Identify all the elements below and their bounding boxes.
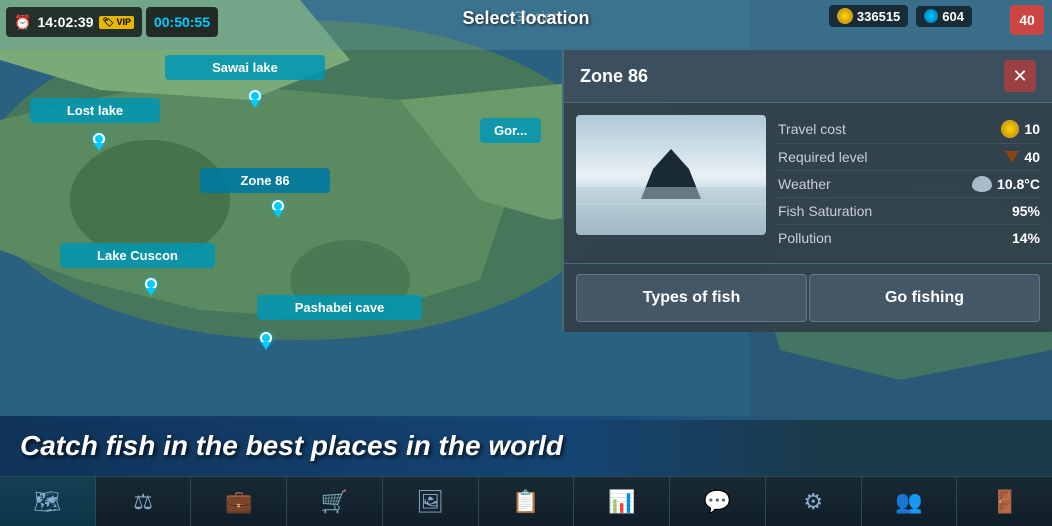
nav-settings[interactable]: ⚙ — [766, 477, 862, 526]
nav-shop[interactable]: 🛒 — [287, 477, 383, 526]
pin-lost-lake — [93, 133, 105, 145]
zone-title: Zone 86 — [580, 66, 648, 87]
nav-friends[interactable]: 👥 — [862, 477, 958, 526]
timer-text: 00:50:55 — [154, 14, 210, 30]
fish-saturation-label: Fish Saturation — [778, 203, 872, 219]
required-level-icon — [1005, 151, 1019, 163]
nav-map[interactable]: 🗺 — [0, 477, 96, 526]
gem-value: 604 — [942, 9, 964, 24]
pollution-value: 14% — [1012, 230, 1040, 246]
fish-saturation-row: Fish Saturation 95% — [778, 198, 1040, 225]
zone-image — [576, 115, 766, 235]
travel-cost-label: Travel cost — [778, 121, 846, 137]
location-lost-lake[interactable]: Lost lake — [30, 98, 160, 123]
zone-image-fog — [576, 187, 766, 235]
select-location-title: Select location — [462, 8, 589, 29]
required-level-row: Required level 40 — [778, 144, 1040, 171]
weather-value: 10.8°C — [972, 176, 1040, 192]
gorge-label[interactable]: Gor... — [480, 118, 541, 143]
nav-balance[interactable]: ⚖ — [96, 477, 192, 526]
pollution-label: Pollution — [778, 230, 832, 246]
nav-stats[interactable]: 📊 — [574, 477, 670, 526]
time-display: ⏰ 14:02:39 🏷 VIP — [6, 7, 142, 37]
travel-cost-row: Travel cost 10 — [778, 115, 1040, 144]
quests-nav-icon: 📋 — [512, 489, 539, 515]
travel-cost-value: 10 — [1001, 120, 1040, 138]
banner-text: Catch fish in the best places in the wor… — [20, 430, 563, 462]
location-lake-cuscon[interactable]: Lake Cuscon — [60, 243, 215, 268]
close-button[interactable]: ✕ — [1004, 60, 1036, 92]
balance-nav-icon: ⚖ — [133, 489, 153, 515]
nav-inventory[interactable]: 💼 — [191, 477, 287, 526]
zone-header: Zone 86 ✕ — [564, 50, 1052, 103]
weather-label: Weather — [778, 176, 831, 192]
promo-banner: Catch fish in the best places in the wor… — [0, 416, 820, 476]
currency-display: 336515 604 — [829, 5, 972, 27]
pin-zone86 — [272, 200, 284, 212]
pollution-row: Pollution 14% — [778, 225, 1040, 251]
required-level-value: 40 — [1005, 149, 1040, 165]
level-badge: 40 — [1010, 5, 1044, 35]
types-of-fish-button[interactable]: Types of fish — [576, 274, 807, 322]
pin-sawai-lake — [249, 90, 261, 102]
location-zone86[interactable]: Zone 86 — [200, 168, 330, 193]
inventory-nav-icon: 💼 — [225, 489, 252, 515]
pin-lake-cuscon — [145, 278, 157, 290]
zone-stats: Travel cost 10 Required level 40 Weather… — [778, 115, 1040, 251]
weather-cloud-icon — [972, 176, 992, 192]
gallery-nav-icon: 🖼 — [416, 489, 444, 515]
fish-saturation-value: 95% — [1012, 203, 1040, 219]
time-text: 14:02:39 — [37, 14, 93, 30]
zone-panel: Zone 86 ✕ Travel cost 10 Required level — [562, 50, 1052, 332]
nav-quests[interactable]: 📋 — [479, 477, 575, 526]
go-fishing-button[interactable]: Go fishing — [809, 274, 1040, 322]
gem-currency: 604 — [916, 6, 972, 27]
weather-row: Weather 10.8°C — [778, 171, 1040, 198]
action-buttons: Types of fish Go fishing — [564, 263, 1052, 332]
coin-currency: 336515 — [829, 5, 908, 27]
location-pashabei-cave[interactable]: Pashabei cave — [257, 295, 422, 320]
zone-content: Travel cost 10 Required level 40 Weather… — [564, 103, 1052, 263]
settings-nav-icon: ⚙ — [803, 489, 823, 515]
vip-badge: 🏷 VIP — [99, 16, 133, 29]
friends-nav-icon: 👥 — [895, 489, 922, 515]
shop-nav-icon: 🛒 — [321, 489, 348, 515]
timer-display: 00:50:55 — [146, 7, 218, 37]
map-nav-icon: 🗺 — [33, 489, 61, 515]
exit-nav-icon: 🚪 — [991, 489, 1018, 515]
stats-nav-icon: 📊 — [608, 489, 635, 515]
pin-pashabei-cave — [260, 332, 272, 344]
chat-nav-icon: 💬 — [704, 489, 731, 515]
clock-icon: ⏰ — [14, 14, 31, 31]
gem-icon — [924, 9, 938, 23]
coin-value: 336515 — [857, 9, 900, 24]
nav-chat[interactable]: 💬 — [670, 477, 766, 526]
bottom-nav: 🗺 ⚖ 💼 🛒 🖼 📋 📊 💬 ⚙ 👥 🚪 — [0, 476, 1052, 526]
nav-gallery[interactable]: 🖼 — [383, 477, 479, 526]
location-sawai-lake[interactable]: Sawai lake — [165, 55, 325, 80]
coin-icon — [837, 8, 853, 24]
required-level-label: Required level — [778, 149, 868, 165]
travel-cost-coin-icon — [1001, 120, 1019, 138]
nav-exit[interactable]: 🚪 — [957, 477, 1052, 526]
vip-icon: 🏷 — [102, 17, 113, 27]
